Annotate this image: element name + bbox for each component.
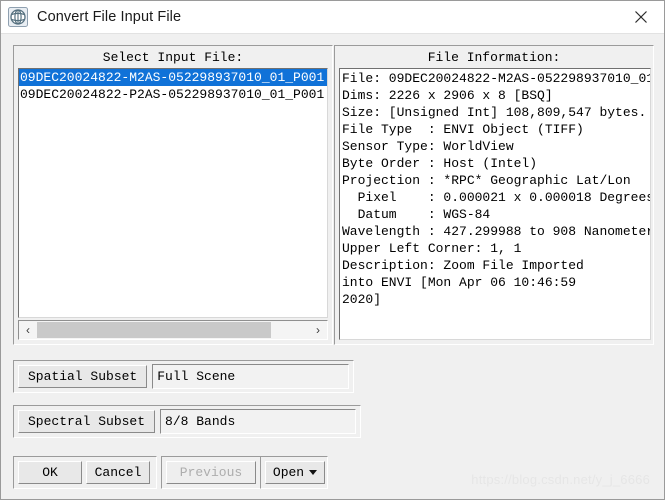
convert-file-input-file-dialog: Convert File Input File Select Input Fil… xyxy=(0,0,665,500)
open-button-label: Open xyxy=(272,465,305,480)
spectral-subset-field[interactable]: 8/8 Bands xyxy=(160,409,356,434)
info-line: Size: [Unsigned Int] 108,809,547 bytes. xyxy=(342,105,647,120)
ok-button[interactable]: OK xyxy=(18,461,82,484)
spectral-subset-button[interactable]: Spectral Subset xyxy=(18,410,156,433)
previous-button-group: Previous xyxy=(161,456,261,489)
titlebar: Convert File Input File xyxy=(1,1,664,34)
info-line: Dims: 2226 x 2906 x 8 [BSQ] xyxy=(342,88,553,103)
info-line: File: 09DEC20024822-M2AS-052298937010_01… xyxy=(342,71,650,86)
info-line: Byte Order : Host (Intel) xyxy=(342,156,538,171)
spectral-subset-row: Spectral Subset 8/8 Bands xyxy=(13,405,361,438)
file-list-horizontal-scrollbar[interactable]: ‹ › xyxy=(18,320,328,340)
info-line: Datum : WGS-84 xyxy=(342,207,491,222)
list-item[interactable]: 09DEC20024822-P2AS-052298937010_01_P001.… xyxy=(19,86,327,103)
info-line: Wavelength : 427.299988 to 908 Nanometer… xyxy=(342,224,650,239)
ok-cancel-button-group: OK Cancel xyxy=(13,456,157,489)
file-information-text: File: 09DEC20024822-M2AS-052298937010_01… xyxy=(339,68,651,340)
select-input-file-panel: Select Input File: 09DEC20024822-M2AS-05… xyxy=(13,45,333,345)
scrollbar-thumb[interactable] xyxy=(37,322,271,338)
input-file-list[interactable]: 09DEC20024822-M2AS-052298937010_01_P001.… xyxy=(18,68,328,318)
previous-button: Previous xyxy=(166,461,256,484)
spatial-subset-field[interactable]: Full Scene xyxy=(152,364,349,389)
envi-globe-icon xyxy=(8,7,28,27)
chevron-down-icon xyxy=(309,470,318,475)
scroll-left-arrow-icon[interactable]: ‹ xyxy=(19,321,37,339)
scrollbar-track[interactable] xyxy=(37,321,309,339)
info-line: Upper Left Corner: 1, 1 xyxy=(342,241,522,256)
info-line: Description: Zoom File Imported xyxy=(342,258,584,273)
file-information-panel: File Information: File: 09DEC20024822-M2… xyxy=(334,45,654,345)
spatial-subset-button[interactable]: Spatial Subset xyxy=(18,365,148,388)
open-menu-button[interactable]: Open xyxy=(265,461,325,484)
info-line: Sensor Type: WorldView xyxy=(342,139,514,154)
select-input-file-heading: Select Input File: xyxy=(102,50,244,65)
scroll-right-arrow-icon[interactable]: › xyxy=(309,321,327,339)
info-line: Projection : *RPC* Geographic Lat/Lon xyxy=(342,173,631,188)
close-window-button[interactable] xyxy=(618,1,664,32)
watermark-text: https://blog.csdn.net/y_j_6666 xyxy=(471,472,650,487)
info-line: Pixel : 0.000021 x 0.000018 Degrees xyxy=(342,190,650,205)
list-item[interactable]: 09DEC20024822-M2AS-052298937010_01_P001.… xyxy=(19,69,327,86)
info-line: 2020] xyxy=(342,292,382,307)
info-line: File Type : ENVI Object (TIFF) xyxy=(342,122,584,137)
file-information-heading: File Information: xyxy=(427,50,561,65)
cancel-button[interactable]: Cancel xyxy=(86,461,150,484)
close-icon xyxy=(635,10,647,23)
window-title: Convert File Input File xyxy=(37,9,182,25)
open-button-group: Open xyxy=(260,456,328,489)
spatial-subset-row: Spatial Subset Full Scene xyxy=(13,360,354,393)
info-line: into ENVI [Mon Apr 06 10:46:59 xyxy=(342,275,577,290)
